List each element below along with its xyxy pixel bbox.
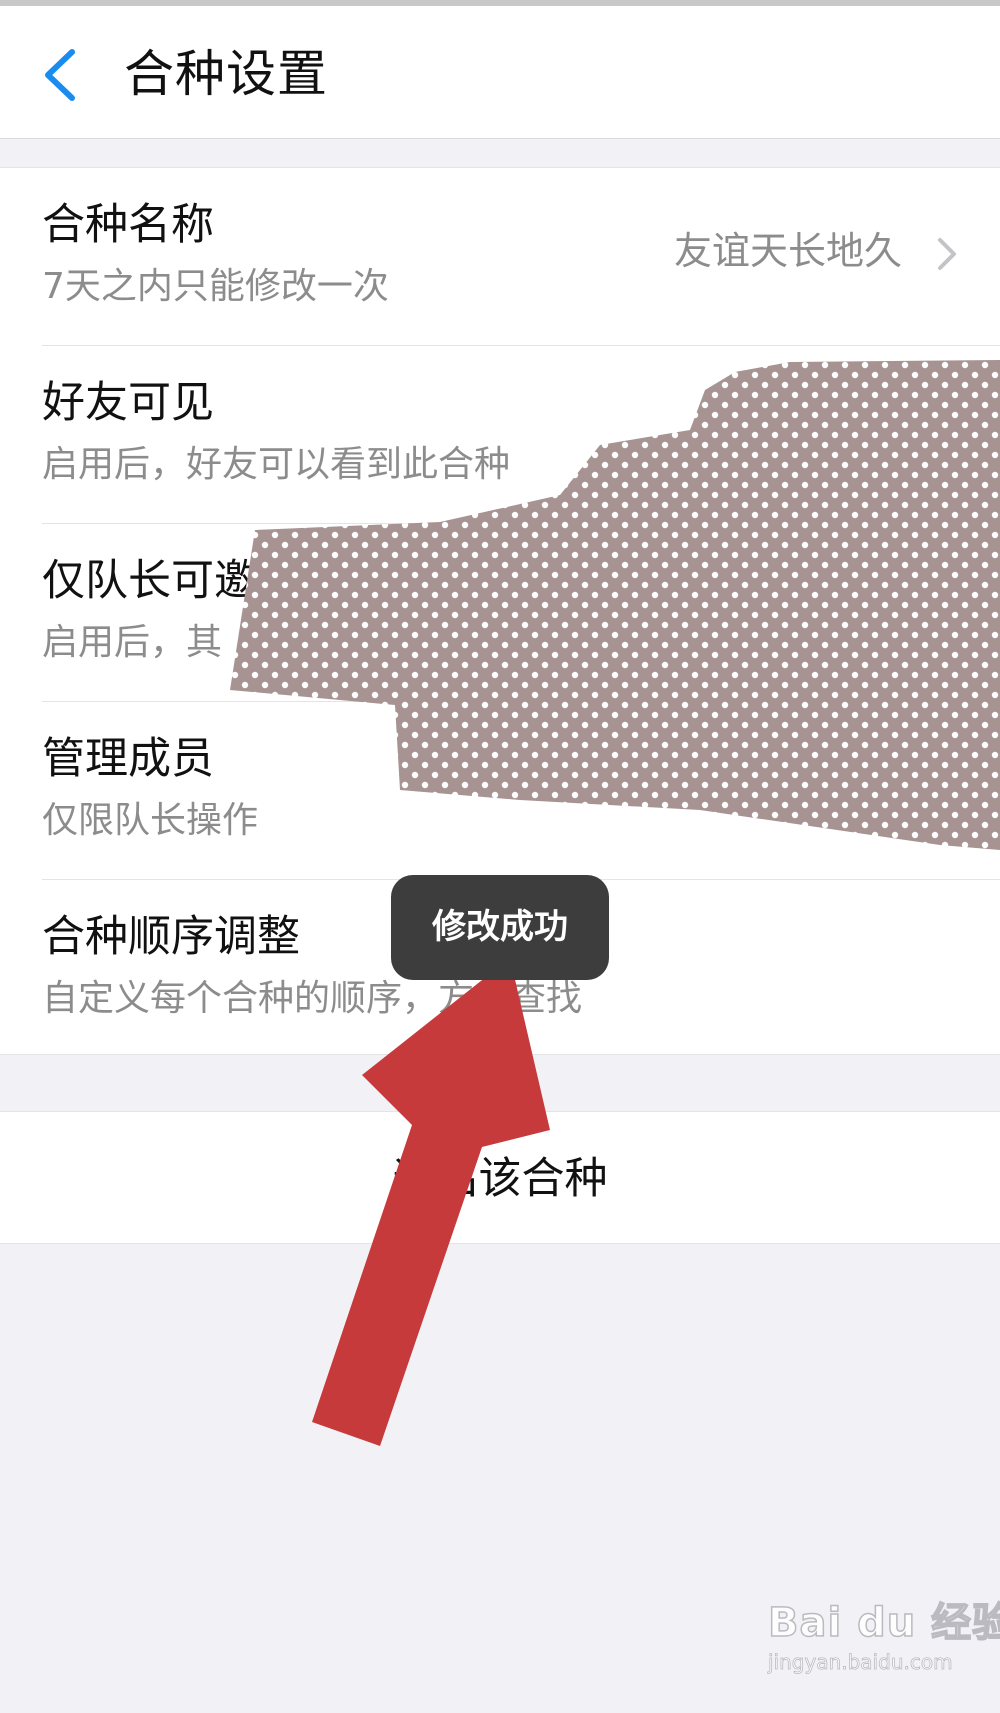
setting-title: 合种名称: [42, 200, 214, 250]
watermark: Bai du 经验 jingyan.baidu.com: [760, 1590, 1000, 1700]
setting-title: 管理成员: [42, 734, 214, 784]
setting-subtitle: 仅限队长操作: [42, 800, 259, 841]
setting-subtitle: 自定义每个合种的顺序，方便查找: [42, 978, 583, 1019]
setting-title: 仅队长可邀: [42, 556, 257, 606]
page-title: 合种设置: [124, 45, 328, 103]
exit-label: 退出该合种: [392, 1154, 608, 1204]
exit-group-button[interactable]: 退出该合种: [0, 1111, 1000, 1244]
setting-subtitle: 7天之内只能修改一次: [42, 266, 389, 307]
back-button[interactable]: [36, 40, 88, 110]
setting-row-name[interactable]: 合种名称 7天之内只能修改一次 友谊天长地久: [0, 168, 1000, 346]
setting-row-friends-visible[interactable]: 好友可见 启用后，好友可以看到此合种: [0, 346, 1000, 524]
chevron-left-icon: [45, 49, 75, 101]
header-bar: 合种设置: [0, 6, 1000, 139]
setting-title: 合种顺序调整: [42, 912, 300, 962]
toast-message: 修改成功: [391, 875, 609, 980]
chevron-right-icon: [938, 238, 956, 270]
setting-subtitle: 启用后，好友可以看到此合种: [42, 444, 511, 485]
watermark-brand: Bai du 经验: [767, 1599, 1000, 1647]
setting-row-manage-members[interactable]: 管理成员 仅限队长操作: [0, 702, 1000, 880]
watermark-url: jingyan.baidu.com: [768, 1650, 953, 1675]
setting-value: 友谊天长地久: [673, 229, 902, 273]
setting-title: 好友可见: [42, 378, 214, 428]
setting-subtitle: 启用后，其: [42, 622, 223, 663]
setting-row-captain-invite[interactable]: 仅队长可邀 启用后，其: [0, 524, 1000, 702]
